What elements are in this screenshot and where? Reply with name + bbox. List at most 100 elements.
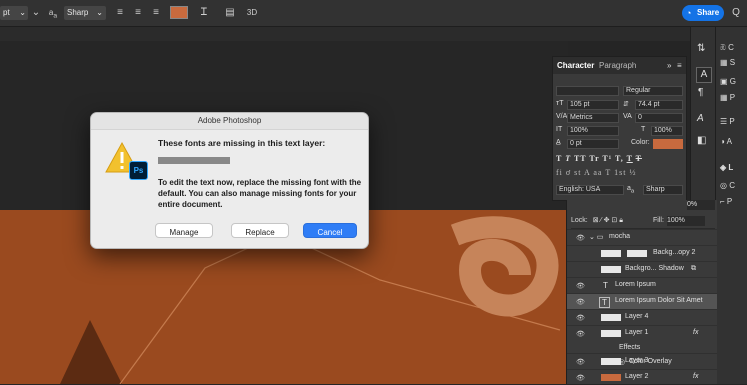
fx-badge[interactable]: fx <box>693 373 698 380</box>
panel-item-paths[interactable]: ⌐ P <box>720 197 732 206</box>
ot-stylistic[interactable]: aa <box>593 168 602 177</box>
vertical-scale-icon: IT <box>556 126 563 133</box>
text-color-swatch[interactable] <box>653 139 683 149</box>
tracking-field[interactable]: 0 <box>635 113 683 123</box>
ot-discretionary[interactable]: st <box>574 168 581 177</box>
kerning-field[interactable]: Metrics <box>567 113 619 123</box>
style-strikethrough[interactable]: T <box>636 154 642 163</box>
layer-thumbnail <box>601 314 621 321</box>
baseline-shift-field[interactable]: 0 pt <box>567 139 619 149</box>
manage-button[interactable]: Manage <box>155 223 213 238</box>
hamburger-icon[interactable]: ≡ <box>677 61 682 70</box>
horizontal-scale-field[interactable]: 100% <box>651 126 683 136</box>
glyphs-icon[interactable]: A <box>697 113 704 124</box>
font-family-select[interactable] <box>556 86 619 96</box>
align-left-icon[interactable]: ≡ <box>112 5 128 21</box>
cancel-button[interactable]: Cancel <box>303 223 357 238</box>
layer-row[interactable]: Backgro... Shadow ⧉ <box>567 261 717 277</box>
layer-row[interactable]: 👁︎ ⌄ ▭ mocha <box>567 229 717 245</box>
chevron-down-icon: ⌄ <box>19 8 26 17</box>
font-size-field[interactable]: pt ⌄ <box>0 6 28 20</box>
visibility-eye-icon[interactable]: 👁︎ <box>576 374 585 382</box>
layer-row[interactable]: 👁︎ T Lorem Ipsum <box>567 277 717 293</box>
style-small-caps[interactable]: Tr <box>589 154 599 163</box>
character-panel-icon[interactable]: A <box>696 67 712 83</box>
vertical-scale-field[interactable]: 100% <box>567 126 619 136</box>
visibility-eye-icon[interactable]: 👁︎ <box>576 298 585 306</box>
panel-item-label: G <box>729 77 737 86</box>
opacity-field[interactable]: 0% <box>687 200 715 210</box>
layers-panel: 0% Lock: ⊠ ⁄ ✥ ⊡ 🔒︎ Fill: 100% 👁︎ ⌄ ▭ mo… <box>566 200 717 384</box>
anti-alias-select[interactable]: Sharp <box>643 185 683 195</box>
tab-character[interactable]: Character <box>557 61 594 70</box>
dialog-title: Adobe Photoshop <box>91 113 368 130</box>
panel-item-label: A <box>726 137 732 146</box>
three-d-button[interactable]: 3D <box>244 5 260 21</box>
layer-row[interactable]: Backg...opy 2 <box>567 245 717 261</box>
share-button[interactable]: ◔ Share <box>682 5 724 21</box>
panel-item-patterns[interactable]: ▦ P <box>720 93 735 102</box>
layer-mask-thumbnail <box>627 250 647 257</box>
layer-row-selected[interactable]: 👁︎ T Lorem Ipsum Dolor Sit Amet <box>567 293 717 309</box>
visibility-eye-icon[interactable]: 👁︎ <box>576 358 585 366</box>
layer-row[interactable]: 👁︎ Layer 2 fx <box>567 369 717 385</box>
panel-item-color[interactable]: ඹ C <box>720 43 734 53</box>
history-icon[interactable]: ⇅ <box>697 43 705 54</box>
tab-paragraph[interactable]: Paragraph <box>599 61 636 70</box>
chevron-down-icon[interactable]: ⌄ <box>30 5 42 21</box>
visibility-eye-icon[interactable]: 👁︎ <box>576 282 585 290</box>
fill-field[interactable]: 100% <box>667 216 705 226</box>
panel-item-adjustments[interactable]: ◑ A <box>720 137 732 146</box>
style-subscript[interactable]: T, <box>615 154 624 163</box>
panel-item-properties[interactable]: ☰ P <box>720 117 735 126</box>
ot-ordinals[interactable]: 1st <box>614 168 626 177</box>
layer-name: Layer 4 <box>625 313 649 320</box>
ot-fractions[interactable]: ½ <box>629 168 636 177</box>
panel-menu-icon[interactable]: » <box>667 61 671 70</box>
aa-mark-sub: a <box>630 188 635 195</box>
group-chevron-icon[interactable]: ⌄ ▭ <box>589 233 603 241</box>
text-color-swatch[interactable] <box>170 6 188 19</box>
panel-item-channels[interactable]: ◎ C <box>720 181 735 190</box>
search-icon[interactable]: Q <box>728 5 744 21</box>
chevron-down-icon: ⌄ <box>96 8 103 17</box>
layer-row[interactable]: 👁︎ Layer 1 fx <box>567 325 717 341</box>
font-size-field[interactable]: 105 pt <box>567 100 619 110</box>
language-select[interactable]: English: USA <box>556 185 624 195</box>
style-faux-bold[interactable]: T <box>556 154 562 163</box>
anti-alias-icon: aa <box>44 5 62 21</box>
panel-item-layers[interactable]: ◈ L <box>720 163 733 172</box>
style-superscript[interactable]: T¹ <box>602 154 612 163</box>
ot-ligatures[interactable]: fi <box>556 168 563 177</box>
style-faux-italic[interactable]: T <box>565 154 571 163</box>
visibility-eye-icon[interactable]: 👁︎ <box>576 330 585 338</box>
style-underline[interactable]: T <box>627 154 633 163</box>
ot-swash[interactable]: A <box>584 168 590 177</box>
style-all-caps[interactable]: TT <box>574 154 587 163</box>
warp-text-icon[interactable]: Ꮖ <box>196 5 212 21</box>
font-style-select[interactable]: Regular <box>623 86 683 96</box>
fill-label: Fill: <box>653 217 664 224</box>
panel-item-swatches[interactable]: ▦ S <box>720 58 735 67</box>
paragraph-panel-icon[interactable]: ¶ <box>698 87 703 98</box>
layer-row[interactable]: 👁︎ Layer 3 <box>567 353 717 369</box>
anti-alias-select[interactable]: Sharp ⌄ <box>64 6 106 20</box>
panel-item-label: P <box>726 197 733 206</box>
align-center-icon[interactable]: ≡ <box>130 5 146 21</box>
color-icon: ඹ <box>720 43 726 52</box>
replace-button[interactable]: Replace <box>231 223 289 238</box>
align-right-icon[interactable]: ≡ <box>148 5 164 21</box>
layer-row[interactable]: 👁︎ Layer 4 <box>567 309 717 325</box>
dialog-heading: These fonts are missing in this text lay… <box>158 138 326 148</box>
ot-titling[interactable]: T <box>605 168 611 177</box>
properties-icon[interactable]: ◧ <box>697 135 706 146</box>
visibility-eye-icon[interactable]: 👁︎ <box>576 314 585 322</box>
fx-badge[interactable]: fx <box>693 329 698 336</box>
toggle-panels-icon[interactable]: ▤ <box>222 5 238 21</box>
leading-field[interactable]: 74.4 pt <box>635 100 683 110</box>
lock-icon[interactable]: ⊠ ⁄ ✥ ⊡ 🔒︎ <box>593 217 623 224</box>
visibility-eye-icon[interactable]: 👁︎ <box>576 234 585 242</box>
ot-old-style[interactable]: ơ <box>566 168 571 177</box>
layers-lock-row: Lock: ⊠ ⁄ ✥ ⊡ 🔒︎ Fill: 100% <box>571 214 715 229</box>
panel-item-gradients[interactable]: ▣ G <box>720 77 736 86</box>
